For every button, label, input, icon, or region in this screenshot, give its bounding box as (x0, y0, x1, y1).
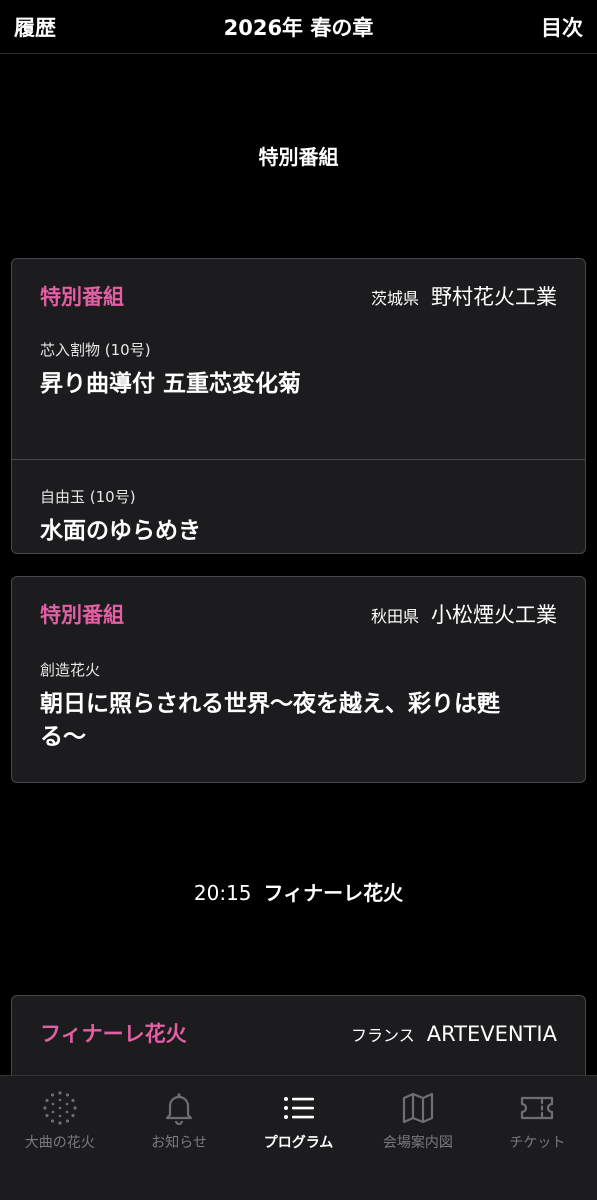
bell-icon (159, 1088, 199, 1128)
card-organizer: フランス ARTEVENTIA (351, 1022, 557, 1046)
history-button[interactable]: 履歴 (14, 12, 56, 42)
program-item[interactable]: 自由玉 (10号) 水面のゆらめき (12, 460, 585, 548)
program-list[interactable]: 特別番組 特別番組 茨城県 野村花火工業 芯入割物 (10号) 昇り曲導付 五重… (0, 55, 597, 1075)
card-organizer: 茨城県 野村花火工業 (371, 281, 557, 311)
card-company: 小松煙火工業 (431, 603, 557, 627)
list-icon (279, 1088, 319, 1128)
item-title: 水面のゆらめき (40, 518, 201, 544)
card-organizer: 秋田県 小松煙火工業 (371, 599, 557, 629)
page-title: 2026年 春の章 (223, 15, 374, 40)
section-title-text: フィナーレ花火 (263, 881, 404, 905)
tab-label: 会場案内図 (382, 1135, 453, 1151)
card-category: フィナーレ花火 (40, 1022, 187, 1046)
item-type: 芯入割物 (10号) (40, 341, 151, 359)
top-bar: 履歴 2026年 春の章 目次 (0, 0, 597, 54)
fireworks-icon (40, 1088, 80, 1128)
card-category: 特別番組 (40, 603, 124, 627)
card-header: フィナーレ花火 フランス ARTEVENTIA (12, 996, 585, 1048)
item-title: 朝日に照らされる世界〜夜を越え、彩りは甦 る〜 (40, 688, 557, 754)
tab-label: チケット (509, 1135, 566, 1151)
tab-venue-map[interactable]: 会場案内図 (358, 1076, 477, 1200)
tab-notices[interactable]: お知らせ (119, 1076, 238, 1200)
item-title-line: 朝日に照らされる世界〜夜を越え、彩りは甦 (40, 691, 500, 717)
card-prefecture: 秋田県 (370, 607, 419, 626)
item-title-line: る〜 (40, 724, 86, 750)
tab-label: お知らせ (151, 1135, 207, 1151)
program-item[interactable]: 芯入割物 (10号) 昇り曲導付 五重芯変化菊 (12, 311, 585, 459)
card-header: 特別番組 秋田県 小松煙火工業 (12, 577, 585, 629)
map-icon (398, 1088, 438, 1128)
program-card[interactable]: 特別番組 茨城県 野村花火工業 芯入割物 (10号) 昇り曲導付 五重芯変化菊 … (11, 258, 586, 554)
card-prefecture: 茨城県 (370, 289, 419, 308)
contents-button[interactable]: 目次 (541, 12, 583, 42)
card-category: 特別番組 (40, 285, 124, 309)
section-time: 20:15 (193, 881, 252, 905)
ticket-icon (517, 1088, 557, 1128)
program-item[interactable]: 創造花火 朝日に照らされる世界〜夜を越え、彩りは甦 る〜 (12, 629, 585, 754)
tab-label: 大曲の花火 (24, 1135, 95, 1151)
program-card[interactable]: フィナーレ花火 フランス ARTEVENTIA (11, 995, 586, 1075)
section-title-finale: 20:15 フィナーレ花火 (0, 877, 597, 906)
section-title-text: 特別番組 (258, 145, 339, 169)
section-title-special: 特別番組 (0, 141, 597, 170)
tab-label: プログラム (263, 1135, 334, 1151)
program-card[interactable]: 特別番組 秋田県 小松煙火工業 創造花火 朝日に照らされる世界〜夜を越え、彩りは… (11, 576, 586, 783)
card-company: ARTEVENTIA (426, 1022, 557, 1046)
card-company: 野村花火工業 (431, 285, 557, 309)
tab-ticket[interactable]: チケット (478, 1076, 597, 1200)
tab-fireworks[interactable]: 大曲の花火 (0, 1076, 119, 1200)
card-prefecture: フランス (351, 1026, 415, 1045)
item-type: 自由玉 (10号) (40, 488, 136, 506)
item-title: 昇り曲導付 五重芯変化菊 (40, 371, 302, 397)
card-header: 特別番組 茨城県 野村花火工業 (12, 259, 585, 311)
item-type: 創造花火 (40, 661, 101, 679)
tab-bar: 大曲の花火 お知らせ プログラム 会場案内図 チケット (0, 1075, 597, 1200)
tab-program[interactable]: プログラム (239, 1076, 358, 1200)
